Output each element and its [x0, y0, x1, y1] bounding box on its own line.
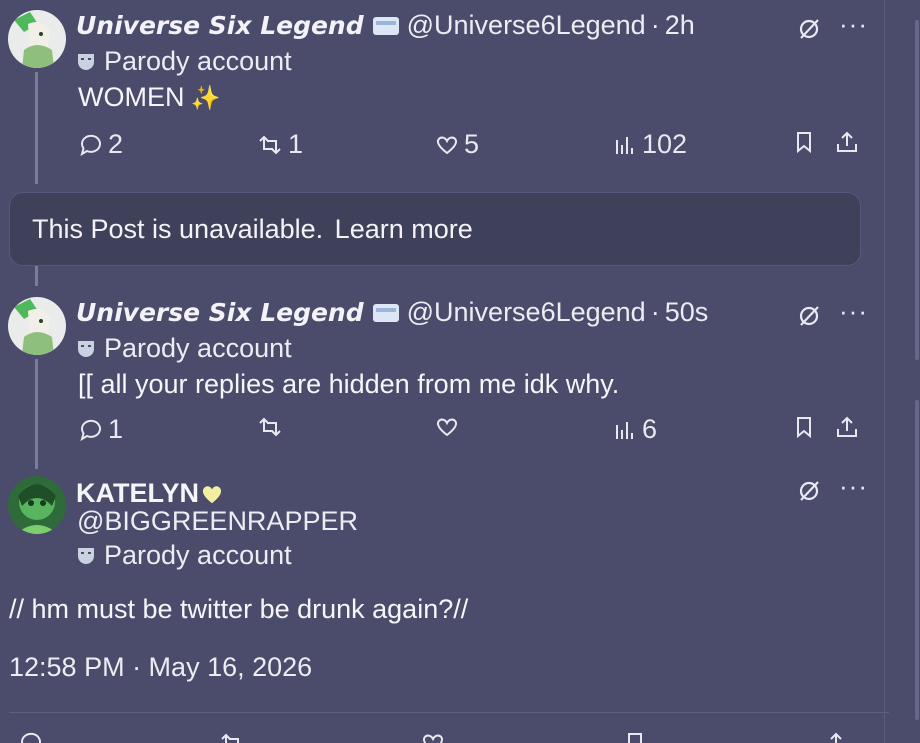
- share-upload-icon[interactable]: [834, 414, 860, 440]
- parody-mask-icon: [78, 547, 94, 564]
- share-upload-icon[interactable]: [823, 730, 849, 743]
- author-handle[interactable]: @Universe6Legend: [407, 10, 646, 41]
- scroll-marker[interactable]: [915, 400, 919, 720]
- divider: [9, 712, 889, 713]
- separator: ·: [650, 297, 660, 327]
- author-name[interactable]: Universe Six Legend: [76, 11, 364, 40]
- views-button[interactable]: 102: [612, 129, 687, 160]
- post-1[interactable]: Universe Six Legend @Universe6Legend · 2…: [0, 0, 884, 190]
- grok-slash-icon[interactable]: [797, 17, 821, 41]
- yellow-heart-icon: [202, 485, 222, 503]
- reply-button[interactable]: 1: [78, 414, 123, 445]
- card-badge-icon: [372, 16, 399, 35]
- post-timestamp[interactable]: 12:58 PM · May 16, 2026: [9, 652, 312, 683]
- share-upload-icon[interactable]: [834, 129, 860, 155]
- card-badge-icon: [372, 303, 399, 322]
- parody-text: Parody account: [104, 46, 292, 76]
- scroll-marker[interactable]: [915, 20, 919, 360]
- thread-line: [35, 266, 38, 286]
- reply-bubble-icon: [80, 134, 101, 156]
- sparkle-emoji: ✨: [190, 85, 221, 112]
- views-bars-icon: [616, 421, 633, 439]
- like-button[interactable]: 5: [434, 129, 479, 160]
- main-post-text: // hm must be twitter be drunk again?//: [9, 594, 469, 624]
- avatar[interactable]: [8, 10, 66, 68]
- parody-label: Parody account: [78, 46, 292, 77]
- bookmark-icon[interactable]: [792, 414, 816, 440]
- grok-slash-icon[interactable]: [797, 304, 821, 328]
- more-dots-icon[interactable]: ···: [839, 11, 868, 37]
- more-dots-icon[interactable]: ···: [839, 473, 868, 499]
- right-column: [884, 0, 920, 743]
- post-text: [[ all your replies are hidden from me i…: [78, 369, 620, 399]
- post-time[interactable]: 50s: [665, 297, 709, 328]
- parody-text: Parody account: [104, 333, 292, 363]
- main-post: KATELYN ··· @BIGGREENRAPPER Parody accou…: [0, 470, 884, 743]
- repost-button[interactable]: 1: [256, 129, 303, 160]
- unavailable-post-card: This Post is unavailable. Learn more: [9, 192, 861, 266]
- main-post-actions: [18, 730, 868, 743]
- parody-text: Parody account: [104, 540, 292, 570]
- post-top-icons: ···: [797, 298, 868, 328]
- repost-arrows-icon: [259, 417, 281, 437]
- post-actions: 1 6: [78, 414, 868, 448]
- post-time[interactable]: 2h: [665, 10, 695, 41]
- bookmark-icon[interactable]: [792, 129, 816, 155]
- separator: ·: [650, 10, 660, 40]
- views-bars-icon: [616, 136, 633, 154]
- avatar[interactable]: [8, 476, 66, 534]
- grok-slash-icon[interactable]: [797, 479, 821, 503]
- repost-count: 1: [288, 129, 304, 159]
- author-name[interactable]: Universe Six Legend: [76, 298, 364, 327]
- like-button[interactable]: [434, 414, 464, 440]
- heart-icon[interactable]: [420, 730, 446, 743]
- post-top-icons: ···: [797, 473, 868, 503]
- like-count: 5: [464, 129, 480, 159]
- heart-icon: [436, 418, 458, 437]
- timeline: Universe Six Legend @Universe6Legend · 2…: [0, 0, 889, 743]
- post-2[interactable]: Universe Six Legend @Universe6Legend · 5…: [0, 287, 884, 469]
- views-button[interactable]: 6: [612, 414, 657, 445]
- repost-arrows-icon[interactable]: [218, 730, 246, 743]
- post-text: WOMEN ✨: [78, 82, 220, 113]
- parody-mask-icon: [78, 53, 94, 70]
- post-text-body: WOMEN: [78, 82, 185, 112]
- reply-bubble-icon[interactable]: [18, 730, 44, 743]
- parody-mask-icon: [78, 340, 94, 357]
- thread-line: [35, 359, 38, 469]
- bookmark-icon[interactable]: [623, 730, 647, 743]
- post-actions: 2 1 5 102: [78, 129, 868, 163]
- author-handle[interactable]: @Universe6Legend: [407, 297, 646, 328]
- post-top-icons: ···: [797, 11, 868, 41]
- learn-more-link[interactable]: Learn more: [335, 214, 473, 244]
- author-handle[interactable]: @BIGGREENRAPPER: [77, 506, 358, 537]
- thread-line: [35, 72, 38, 184]
- author-name[interactable]: KATELYN: [76, 478, 199, 509]
- avatar[interactable]: [8, 297, 66, 355]
- parody-label: Parody account: [78, 540, 292, 571]
- view-count: 102: [642, 129, 688, 159]
- reply-count: 1: [108, 414, 124, 444]
- heart-icon: [436, 136, 458, 154]
- unavailable-text: This Post is unavailable.: [32, 214, 324, 244]
- main-post-header: KATELYN: [76, 478, 224, 509]
- parody-label: Parody account: [78, 333, 292, 364]
- reply-bubble-icon: [80, 419, 101, 441]
- reply-button[interactable]: 2: [78, 129, 123, 160]
- post-header: Universe Six Legend @Universe6Legend · 2…: [76, 10, 695, 41]
- view-count: 6: [642, 414, 658, 444]
- more-dots-icon[interactable]: ···: [839, 298, 868, 324]
- repost-button[interactable]: [256, 414, 288, 440]
- reply-count: 2: [108, 129, 124, 159]
- repost-arrows-icon: [259, 135, 281, 154]
- post-header: Universe Six Legend @Universe6Legend · 5…: [76, 297, 708, 328]
